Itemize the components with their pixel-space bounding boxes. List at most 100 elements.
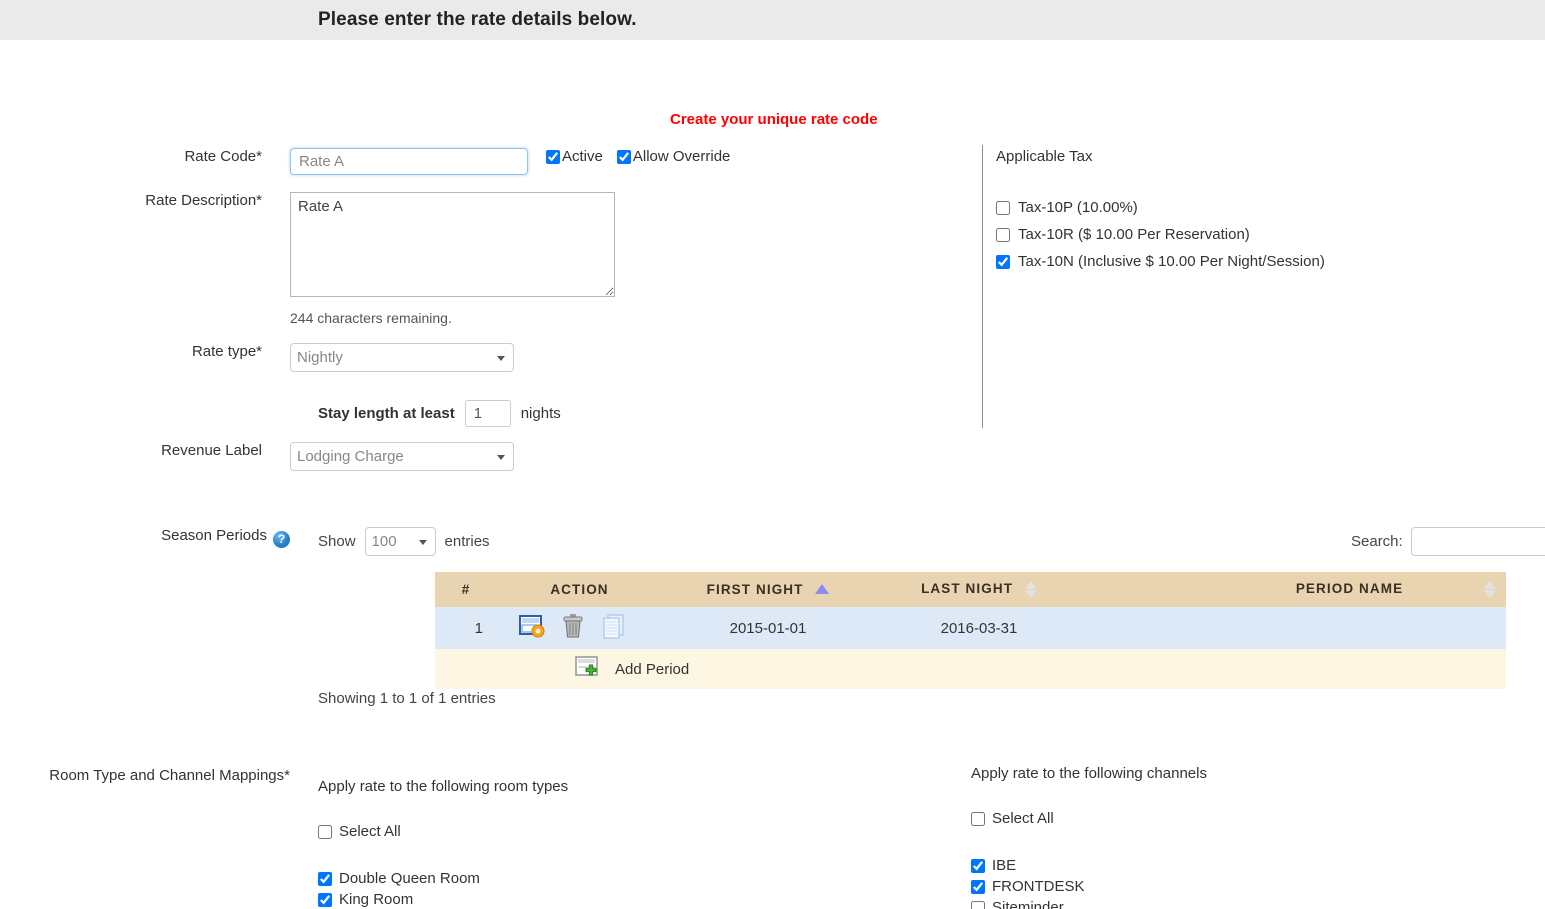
active-checkbox[interactable] [546, 149, 560, 164]
double-queen-room-checkbox[interactable] [318, 871, 332, 886]
stay-length-row: Stay length at least nights [0, 400, 561, 427]
column-header-number[interactable]: # [435, 572, 497, 607]
show-entries-suffix: entries [444, 533, 490, 550]
frontdesk-label: FRONTDESK [992, 878, 1085, 895]
characters-remaining-text: 244 characters remaining. [290, 310, 452, 326]
page-banner: Please enter the rate details below. [0, 0, 1545, 40]
frontdesk-checkbox[interactable] [971, 879, 985, 894]
room-types-select-all[interactable]: Select All [318, 823, 568, 840]
ibe-checkbox[interactable] [971, 858, 985, 873]
table-row[interactable]: 1 2015-01-01 2016-03-31 [435, 607, 1506, 649]
entries-select-wrap[interactable]: 100 [364, 527, 436, 556]
tax-item[interactable]: Tax-10N (Inclusive $ 10.00 Per Night/Ses… [996, 253, 1325, 270]
tax-10n-label: Tax-10N (Inclusive $ 10.00 Per Night/Ses… [1018, 253, 1325, 270]
tax-10p-checkbox[interactable] [996, 200, 1010, 215]
tax-10r-label: Tax-10R ($ 10.00 Per Reservation) [1018, 226, 1250, 243]
add-period-icon[interactable] [575, 655, 601, 683]
season-periods-label: Season Periods [161, 527, 267, 544]
search-label: Search: [1351, 533, 1403, 550]
mappings-label: Room Type and Channel Mappings* [49, 767, 290, 784]
help-icon[interactable]: ? [273, 531, 290, 548]
search-input[interactable] [1410, 527, 1545, 556]
revenue-label-row: Revenue Label Lodging Charge [0, 442, 514, 471]
row-number: 1 [435, 607, 497, 649]
rate-type-label: Rate type* [191, 343, 262, 360]
add-period-row[interactable]: Add Period [435, 649, 1506, 689]
delete-period-icon[interactable] [561, 613, 585, 643]
showing-entries-text: Showing 1 to 1 of 1 entries [318, 690, 496, 707]
rate-code-label: Rate Code* [184, 148, 262, 165]
stay-length-label: Stay length at least [318, 405, 455, 422]
tax-10p-label: Tax-10P (10.00%) [1018, 199, 1138, 216]
stay-length-suffix: nights [520, 405, 561, 422]
room-types-heading: Apply rate to the following room types [318, 778, 569, 795]
column-header-action[interactable]: ACTION [497, 572, 662, 607]
channels-select-all-checkbox[interactable] [971, 811, 985, 826]
rate-code-row: Rate Code* Active Allow Override [0, 148, 730, 175]
show-entries-prefix: Show [318, 533, 356, 550]
rate-type-select[interactable]: Nightly [290, 343, 514, 372]
row-first-night: 2015-01-01 [662, 607, 874, 649]
table-head: # ACTION FIRST NIGHT LAST NIGHT PERIOD N… [435, 572, 1506, 607]
page-title: Please enter the rate details below. [318, 9, 637, 30]
season-periods-table: # ACTION FIRST NIGHT LAST NIGHT PERIOD N… [435, 572, 1506, 689]
table-header-row: # ACTION FIRST NIGHT LAST NIGHT PERIOD N… [435, 572, 1506, 607]
allow-override-checkbox-wrap[interactable]: Allow Override [616, 148, 731, 165]
add-period-cell[interactable]: Add Period [497, 649, 1506, 689]
column-header-first-night[interactable]: FIRST NIGHT [662, 572, 874, 607]
applicable-tax-section: Applicable Tax Tax-10P (10.00%) Tax-10R … [996, 148, 1325, 270]
applicable-tax-title: Applicable Tax [996, 148, 1093, 165]
rate-description-row: Rate Description* Rate A 244 characters … [0, 192, 615, 326]
table-body: 1 2015-01-01 2016-03-31 Add Period [435, 607, 1506, 689]
sort-both-icon [1484, 581, 1496, 598]
section-divider [982, 145, 983, 428]
edit-period-icon[interactable] [519, 614, 545, 642]
double-queen-room-label: Double Queen Room [339, 870, 480, 887]
active-checkbox-wrap[interactable]: Active [546, 148, 603, 165]
room-types-column: Apply rate to the following room types S… [318, 778, 568, 909]
channel-item[interactable]: IBE [971, 857, 1207, 874]
channels-heading: Apply rate to the following channels [971, 765, 1207, 782]
tax-item[interactable]: Tax-10P (10.00%) [996, 199, 1325, 216]
king-room-checkbox[interactable] [318, 892, 332, 907]
stay-length-input[interactable] [464, 400, 511, 427]
siteminder-checkbox[interactable] [971, 900, 985, 909]
revenue-label-label: Revenue Label [161, 442, 262, 459]
channels-column: Apply rate to the following channels Sel… [971, 765, 1207, 909]
allow-override-label: Allow Override [632, 148, 731, 165]
entries-select[interactable]: 100 [364, 527, 436, 556]
rate-type-row: Rate type* Nightly [0, 343, 514, 372]
tax-10n-checkbox[interactable] [996, 254, 1010, 269]
show-entries-control: Show 100 entries [318, 527, 490, 556]
rate-description-label: Rate Description* [145, 192, 262, 209]
rate-type-select-wrap[interactable]: Nightly [290, 343, 514, 372]
siteminder-label: Siteminder [992, 899, 1064, 909]
rate-code-input[interactable] [290, 148, 528, 175]
active-label: Active [562, 148, 603, 165]
row-last-night: 2016-03-31 [874, 607, 1084, 649]
tax-10r-checkbox[interactable] [996, 227, 1010, 242]
column-header-period-name[interactable]: PERIOD NAME [1084, 572, 1506, 607]
channel-item[interactable]: Siteminder [971, 899, 1207, 909]
column-header-last-night[interactable]: LAST NIGHT [874, 572, 1084, 607]
row-period-name [1084, 607, 1506, 649]
rate-description-textarea[interactable]: Rate A [290, 192, 615, 297]
room-type-item[interactable]: King Room [318, 891, 568, 908]
allow-override-checkbox[interactable] [616, 149, 631, 164]
king-room-label: King Room [339, 891, 414, 908]
tax-item[interactable]: Tax-10R ($ 10.00 Per Reservation) [996, 226, 1325, 243]
revenue-label-select[interactable]: Lodging Charge [290, 442, 514, 471]
copy-period-icon[interactable] [601, 613, 627, 643]
sort-ascending-icon [815, 584, 830, 595]
channels-select-all-label: Select All [992, 810, 1054, 827]
channels-select-all[interactable]: Select All [971, 810, 1207, 827]
channel-item[interactable]: FRONTDESK [971, 878, 1207, 895]
room-types-select-all-label: Select All [339, 823, 401, 840]
sort-both-icon [1024, 581, 1037, 598]
revenue-label-select-wrap[interactable]: Lodging Charge [290, 442, 514, 471]
room-type-item[interactable]: Double Queen Room [318, 870, 568, 887]
season-periods-label-wrap: Season Periods? [0, 527, 290, 548]
row-actions [497, 607, 662, 649]
room-types-select-all-checkbox[interactable] [318, 824, 332, 839]
unique-rate-code-notice: Create your unique rate code [670, 111, 878, 128]
